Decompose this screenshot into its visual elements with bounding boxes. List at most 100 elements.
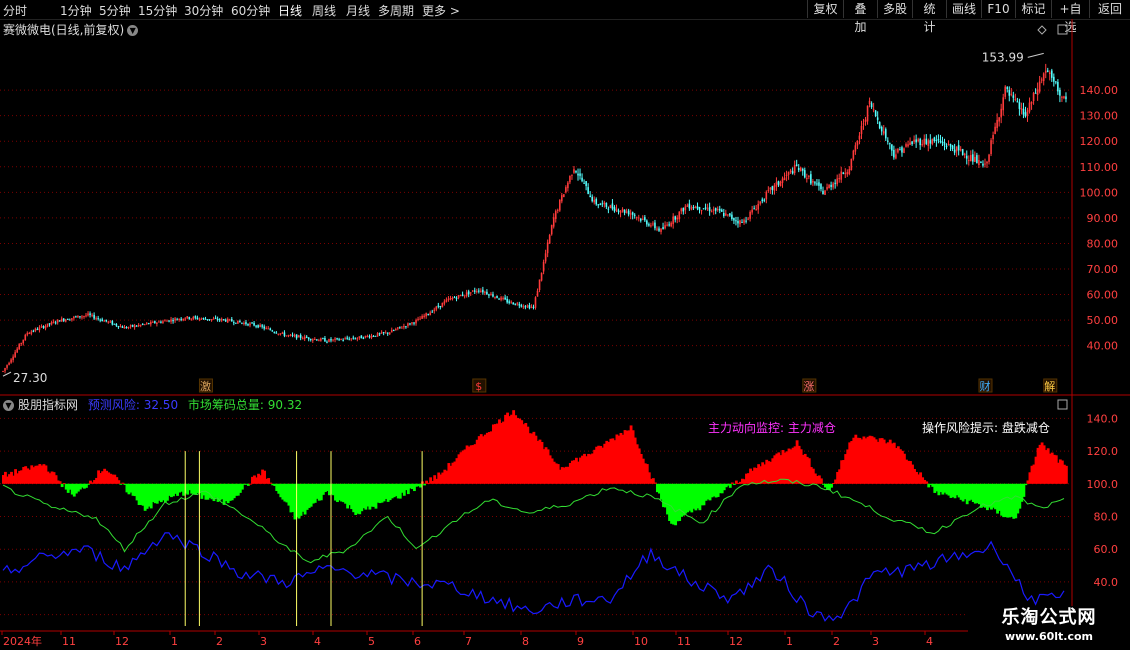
candle-body bbox=[431, 311, 434, 313]
candle-body bbox=[10, 359, 12, 363]
candle bbox=[30, 329, 33, 336]
candle bbox=[676, 215, 679, 224]
indicator-bar bbox=[728, 483, 732, 488]
adjust-button[interactable]: 复权 bbox=[807, 0, 843, 18]
pane-toggle-icon[interactable] bbox=[1057, 24, 1068, 35]
tab-multi-period[interactable]: 多周期 bbox=[378, 2, 414, 19]
candle bbox=[97, 315, 99, 321]
mark-button[interactable]: 标记 bbox=[1015, 0, 1051, 18]
stats-button[interactable]: 统计 bbox=[912, 0, 946, 34]
back-button[interactable]: 返回 bbox=[1089, 0, 1130, 18]
candle-body bbox=[887, 140, 889, 142]
event-marker-label: 财 bbox=[979, 379, 990, 393]
candle bbox=[510, 300, 513, 304]
tab-weekly[interactable]: 周线 bbox=[312, 2, 336, 19]
candle bbox=[889, 142, 891, 150]
candle-body bbox=[690, 207, 693, 210]
tab-more[interactable]: 更多 > bbox=[422, 2, 460, 19]
candle-body bbox=[230, 319, 233, 322]
candle-body bbox=[378, 333, 381, 335]
candle bbox=[451, 296, 454, 301]
candle bbox=[763, 198, 766, 203]
tab-monthly[interactable]: 月线 bbox=[346, 2, 370, 19]
candle-body bbox=[731, 214, 733, 219]
candle-body bbox=[965, 155, 968, 159]
event-marker[interactable]: 激 bbox=[198, 378, 213, 393]
candle-body bbox=[522, 306, 525, 308]
candle bbox=[372, 335, 375, 337]
candle bbox=[220, 317, 223, 323]
candle-body bbox=[583, 182, 585, 184]
tab-daily[interactable]: 日线 bbox=[278, 2, 302, 19]
candle-body bbox=[552, 217, 555, 227]
date-label: 9 bbox=[577, 635, 584, 648]
candle-body bbox=[745, 220, 747, 222]
candle-body bbox=[154, 321, 156, 324]
candle-body bbox=[85, 315, 87, 317]
tab-30min[interactable]: 30分钟 bbox=[184, 2, 223, 19]
candle-body bbox=[202, 318, 205, 320]
candle-body bbox=[218, 319, 221, 321]
candle-body bbox=[631, 212, 634, 215]
multi-stock-button[interactable]: 多股 bbox=[877, 0, 912, 18]
pane-toggle-icon[interactable] bbox=[1057, 399, 1068, 410]
event-marker[interactable]: 解 bbox=[1043, 378, 1058, 393]
candle bbox=[253, 321, 255, 327]
diamond-icon[interactable] bbox=[1037, 25, 1047, 35]
low-pointer bbox=[2, 371, 12, 377]
candle bbox=[36, 327, 39, 331]
add-watchlist-button[interactable]: +自选 bbox=[1051, 0, 1089, 34]
date-label: 4 bbox=[926, 635, 933, 648]
candle bbox=[123, 324, 126, 329]
overlay-button[interactable]: 叠加 bbox=[843, 0, 877, 34]
candle-body bbox=[1020, 108, 1023, 110]
candle bbox=[607, 206, 610, 214]
event-marker[interactable]: 涨 bbox=[802, 378, 817, 393]
candle bbox=[291, 332, 294, 338]
candle bbox=[42, 325, 45, 329]
candle bbox=[467, 289, 470, 298]
f10-button[interactable]: F10 bbox=[981, 0, 1015, 18]
indicator-bar bbox=[1022, 483, 1026, 497]
candle-body bbox=[342, 339, 344, 341]
candle bbox=[915, 134, 917, 148]
candle bbox=[627, 208, 630, 217]
candle bbox=[593, 196, 596, 205]
candle-body bbox=[58, 320, 61, 322]
event-marker[interactable]: 财 bbox=[978, 378, 993, 393]
more-label[interactable]: 更多 bbox=[422, 4, 446, 18]
candle-body bbox=[893, 149, 895, 158]
candle-body bbox=[87, 313, 89, 316]
candle-body bbox=[617, 210, 620, 213]
candle-body bbox=[759, 201, 762, 204]
candle-body bbox=[935, 140, 938, 142]
candle bbox=[872, 102, 875, 113]
tab-1min[interactable]: 1分钟 bbox=[60, 2, 92, 19]
event-marker[interactable]: $ bbox=[472, 378, 487, 393]
tab-60min[interactable]: 60分钟 bbox=[231, 2, 270, 19]
candle bbox=[913, 135, 915, 145]
candle bbox=[158, 320, 160, 323]
candle-body bbox=[66, 318, 69, 320]
candle-body bbox=[1051, 70, 1053, 78]
candle-body bbox=[577, 173, 579, 176]
candle-body bbox=[767, 189, 770, 191]
tab-15min[interactable]: 15分钟 bbox=[138, 2, 177, 19]
tab-timeshare[interactable]: 分时 bbox=[3, 2, 27, 19]
candle bbox=[965, 150, 968, 165]
tab-5min[interactable]: 5分钟 bbox=[99, 2, 131, 19]
candle bbox=[700, 209, 703, 215]
indicator-bar bbox=[925, 481, 929, 484]
candle-body bbox=[251, 322, 253, 324]
candle-body bbox=[273, 332, 276, 334]
candle bbox=[297, 334, 300, 338]
candle-body bbox=[372, 335, 375, 337]
candle bbox=[982, 160, 984, 168]
candle-body bbox=[903, 148, 905, 153]
candle bbox=[496, 295, 498, 299]
stock-chart[interactable]: 激 $ 涨财解 140.00130.00120.00110.00100.0090.0… bbox=[0, 19, 1130, 650]
candle-body bbox=[164, 320, 166, 322]
draw-line-button[interactable]: 画线 bbox=[946, 0, 981, 18]
candle-body bbox=[265, 327, 268, 329]
candle bbox=[613, 205, 616, 213]
